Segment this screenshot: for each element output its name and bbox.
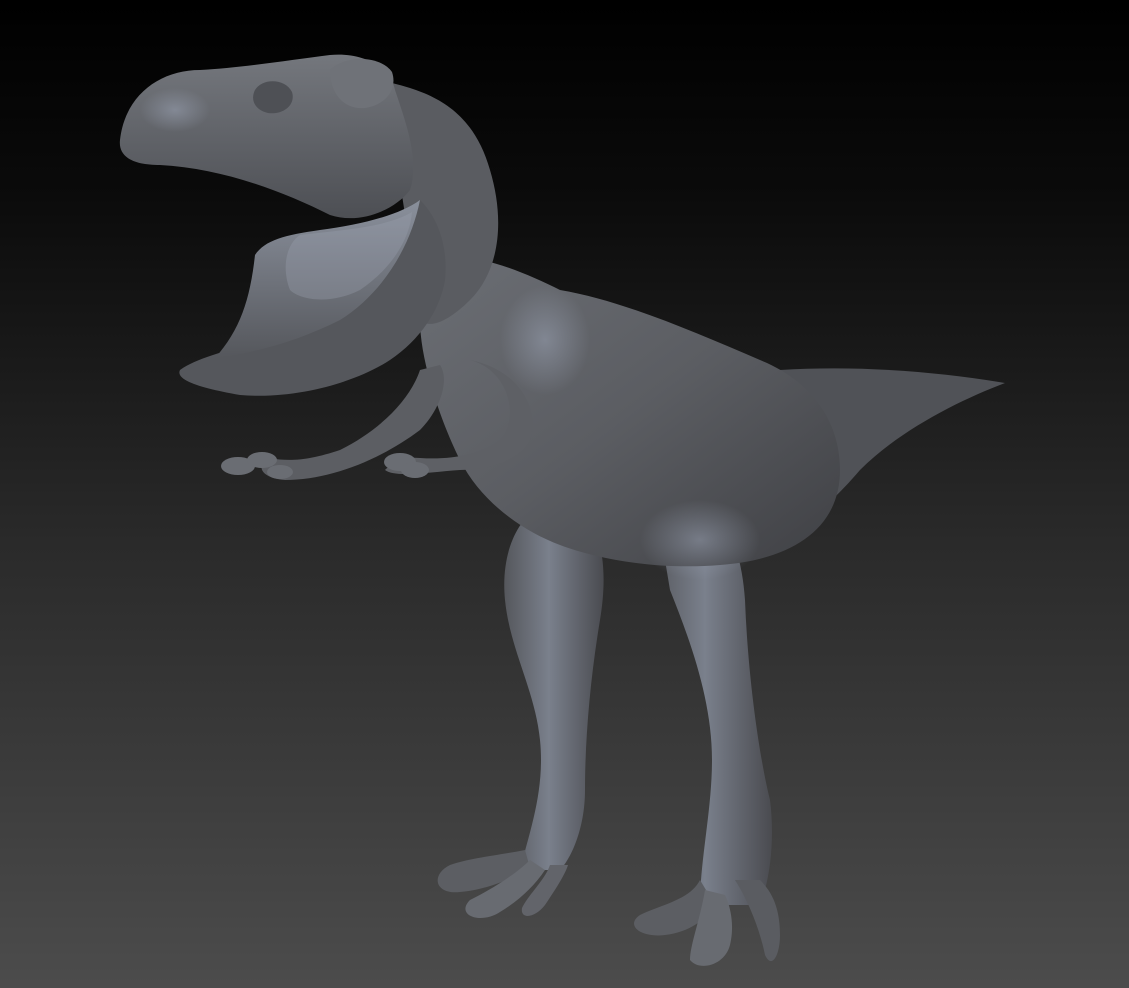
viewport-canvas[interactable] <box>0 0 1129 988</box>
hip-sheen <box>640 500 760 580</box>
left-leg <box>504 500 604 870</box>
front-hand <box>221 452 293 479</box>
back-hand <box>384 453 429 478</box>
body-torso <box>420 257 840 567</box>
snout-sheen <box>140 88 210 132</box>
right-foot <box>634 880 780 966</box>
trex-model-icon <box>119 54 1005 966</box>
body-sheen <box>500 285 590 395</box>
